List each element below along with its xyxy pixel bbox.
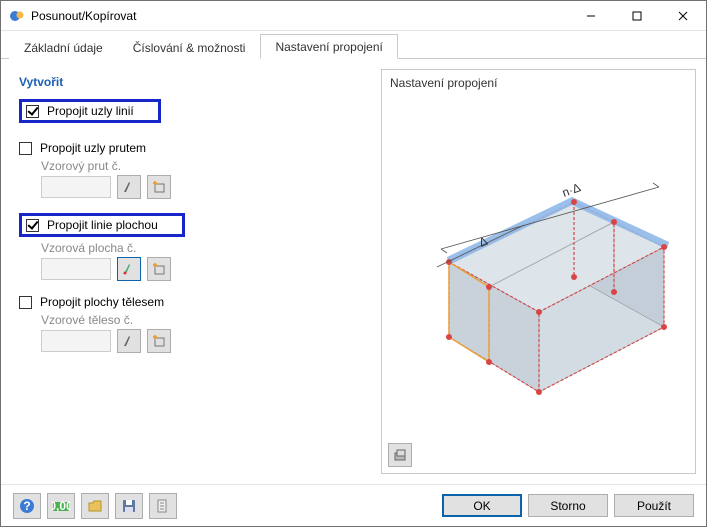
highlight-connect-lines-surface: Propojit linie plochou bbox=[19, 213, 185, 237]
highlight-connect-nodes-line: Propojit uzly linií bbox=[19, 99, 161, 123]
sublabel-template-surface: Vzorová plocha č. bbox=[41, 241, 367, 255]
dim-label-total: n·Δ bbox=[560, 180, 582, 200]
minimize-button[interactable] bbox=[568, 1, 614, 30]
sublabel-template-solid: Vzorové těleso č. bbox=[41, 313, 367, 327]
apply-label: Použít bbox=[637, 499, 671, 513]
pick-member-button[interactable] bbox=[117, 175, 141, 199]
input-template-surface[interactable] bbox=[41, 258, 111, 280]
cancel-label: Storno bbox=[550, 499, 585, 513]
svg-text:?: ? bbox=[23, 499, 30, 513]
tab-bar: Základní údaje Číslování & možnosti Nast… bbox=[1, 31, 706, 59]
content-area: Vytvořit Propojit uzly linií Propojit uz… bbox=[1, 59, 706, 484]
ok-label: OK bbox=[473, 499, 490, 513]
dialog-window: Posunout/Kopírovat Základní údaje Číslov… bbox=[0, 0, 707, 527]
checkbox-connect-lines-surface[interactable] bbox=[26, 219, 39, 232]
label-connect-surfaces-solid: Propojit plochy tělesem bbox=[40, 295, 164, 309]
group-title-create: Vytvořit bbox=[19, 75, 367, 89]
left-panel: Vytvořit Propojit uzly linií Propojit uz… bbox=[11, 69, 371, 474]
window-title: Posunout/Kopírovat bbox=[31, 9, 568, 23]
tab-connection[interactable]: Nastavení propojení bbox=[260, 34, 397, 59]
load-button[interactable] bbox=[81, 493, 109, 519]
help-button[interactable]: ? bbox=[13, 493, 41, 519]
sublabel-template-member: Vzorový prut č. bbox=[41, 159, 367, 173]
preview-viewmode-button[interactable] bbox=[388, 443, 412, 467]
subrow-template-surface bbox=[41, 257, 367, 281]
close-button[interactable] bbox=[660, 1, 706, 30]
input-template-solid[interactable] bbox=[41, 330, 111, 352]
app-icon bbox=[9, 8, 25, 24]
new-solid-button[interactable] bbox=[147, 329, 171, 353]
checkbox-connect-nodes-line[interactable] bbox=[26, 105, 39, 118]
tab-basic[interactable]: Základní údaje bbox=[9, 35, 118, 59]
subrow-template-solid bbox=[41, 329, 367, 353]
label-connect-nodes-member: Propojit uzly prutem bbox=[40, 141, 146, 155]
row-connect-nodes-member: Propojit uzly prutem bbox=[19, 141, 367, 155]
checkbox-connect-surfaces-solid[interactable] bbox=[19, 296, 32, 309]
tab-numbering[interactable]: Číslování & možnosti bbox=[118, 35, 261, 59]
save-button[interactable] bbox=[115, 493, 143, 519]
new-surface-button[interactable] bbox=[147, 257, 171, 281]
svg-text:0,00: 0,00 bbox=[52, 499, 70, 513]
preview-svg: n·Δ Δ bbox=[389, 117, 689, 417]
label-connect-lines-surface: Propojit linie plochou bbox=[47, 218, 158, 232]
preview-title: Nastavení propojení bbox=[382, 70, 695, 96]
label-connect-nodes-line: Propojit uzly linií bbox=[47, 104, 134, 118]
row-connect-surfaces-solid: Propojit plochy tělesem bbox=[19, 295, 367, 309]
new-member-button[interactable] bbox=[147, 175, 171, 199]
checkbox-connect-nodes-member[interactable] bbox=[19, 142, 32, 155]
system-buttons bbox=[568, 1, 706, 30]
defaults-button[interactable] bbox=[149, 493, 177, 519]
cancel-button[interactable]: Storno bbox=[528, 494, 608, 517]
footer: ? 0,00 OK Storno Použít bbox=[1, 484, 706, 526]
subrow-template-member bbox=[41, 175, 367, 199]
titlebar: Posunout/Kopírovat bbox=[1, 1, 706, 31]
preview-footer bbox=[382, 437, 695, 473]
pick-solid-button[interactable] bbox=[117, 329, 141, 353]
input-template-member[interactable] bbox=[41, 176, 111, 198]
preview-3d-view[interactable]: n·Δ Δ bbox=[382, 96, 695, 437]
maximize-button[interactable] bbox=[614, 1, 660, 30]
pick-surface-button[interactable] bbox=[117, 257, 141, 281]
ok-button[interactable]: OK bbox=[442, 494, 522, 517]
apply-button[interactable]: Použít bbox=[614, 494, 694, 517]
preview-panel: Nastavení propojení bbox=[381, 69, 696, 474]
units-button[interactable]: 0,00 bbox=[47, 493, 75, 519]
